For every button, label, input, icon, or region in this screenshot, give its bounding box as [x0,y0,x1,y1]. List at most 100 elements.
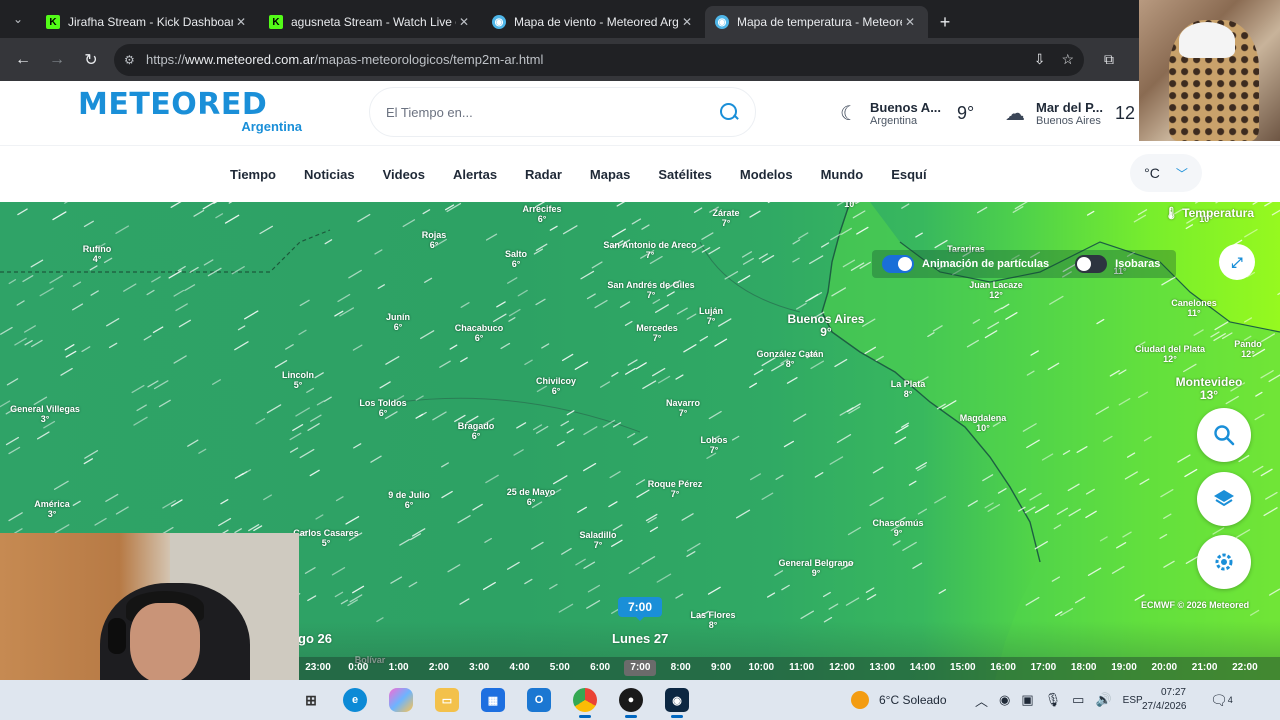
city-label[interactable]: González Catán 8° [756,349,823,369]
timeline-hour[interactable]: 20:00 [1152,662,1178,673]
timeline-hour[interactable]: 4:00 [509,662,529,673]
timeline-hour[interactable]: 10:00 [749,662,775,673]
city-label[interactable]: Juan Lacaze 12° [969,280,1023,300]
timeline-hour[interactable]: 0:00 [348,662,368,673]
city-label[interactable]: Saladillo 7° [579,530,616,550]
timeline-hour[interactable]: 14:00 [910,662,936,673]
task-view-icon[interactable]: ⊞ [299,688,323,712]
city-label[interactable]: San Antonio de Areco 7° [603,240,696,260]
search-input[interactable]: El Tiempo en... [369,87,756,137]
city-label[interactable]: Chacabuco 6° [455,323,504,343]
timeline-hour[interactable]: 1:00 [389,662,409,673]
city-label[interactable]: Los Toldos 6° [359,398,406,418]
extensions-icon[interactable]: ⧉ [1104,51,1114,68]
city-label[interactable]: Zárate 7° [712,208,739,228]
zoom-search-button[interactable] [1197,408,1251,462]
isobars-toggle[interactable] [1075,255,1108,273]
city-label[interactable]: Canelones 11° [1171,298,1217,318]
copilot-icon[interactable] [389,688,413,712]
close-icon[interactable]: ✕ [233,15,249,29]
outlook-icon[interactable]: O [527,688,551,712]
city-label[interactable]: Lincoln 5° [282,370,314,390]
city-label[interactable]: Mercedes 7° [636,323,678,343]
browser-tab[interactable]: K agusneta Stream - Watch Live on Kick ✕ [259,6,482,38]
weather-widget-buenos-aires[interactable]: ☾ Buenos A... Argentina 9° [836,95,974,131]
reload-button[interactable]: ↻ [74,43,108,77]
city-label[interactable]: 9 de Julio 6° [388,490,430,510]
timeline-hour[interactable]: 17:00 [1031,662,1057,673]
timeline-hour[interactable]: 8:00 [671,662,691,673]
city-label[interactable]: La Plata 8° [891,379,926,399]
nav-item-tiempo[interactable]: Tiempo [230,167,276,182]
address-bar[interactable]: ⚙ https://www.meteored.com.ar/mapas-mete… [114,43,1084,76]
timeline-hour[interactable]: 3:00 [469,662,489,673]
timeline-hour[interactable]: 23:00 [305,662,331,673]
obs-icon[interactable]: ● [619,688,643,718]
city-label[interactable]: Rufino 4° [83,244,112,264]
chrome-icon[interactable] [573,688,597,718]
nav-item-esqui[interactable]: Esquí [891,167,926,182]
device-icon[interactable]: ▣ [1021,692,1033,708]
microphone-icon[interactable]: 🎙 [1045,692,1062,708]
city-label[interactable]: Salto 6° [505,249,527,269]
timeline-hour[interactable]: 16:00 [990,662,1016,673]
city-label[interactable]: Roque Pérez 7° [648,479,703,499]
nav-item-mapas[interactable]: Mapas [590,167,630,182]
network-icon[interactable]: ▭ [1072,692,1084,708]
city-label[interactable]: 25 de Mayo 6° [507,487,556,507]
timeline-hour[interactable]: 7:00 [624,660,657,676]
city-label[interactable]: 10° [844,202,858,209]
chevron-up-icon[interactable]: ︿ [975,691,988,710]
unit-selector[interactable]: °C ﹀ [1130,154,1202,192]
city-label[interactable]: Lobos 7° [701,435,728,455]
close-icon[interactable]: ✕ [679,15,695,29]
particles-toggle[interactable] [882,255,914,273]
edge-icon[interactable]: e [343,688,367,712]
timeline-hour[interactable]: 21:00 [1192,662,1218,673]
timeline-hour[interactable]: 6:00 [590,662,610,673]
meteored-logo[interactable]: METEORED Argentina [78,89,308,139]
clock[interactable]: 07:27 27/4/2026 [1142,686,1187,714]
close-icon[interactable]: ✕ [902,15,918,29]
tab-search-icon[interactable]: ⌄ [0,0,36,38]
selected-time-bubble[interactable]: 7:00 [618,597,662,621]
city-label[interactable]: Bragado 6° [458,421,495,441]
city-label[interactable]: Chascomús 9° [872,518,923,538]
nav-item-modelos[interactable]: Modelos [740,167,793,182]
timeline-hour[interactable]: 2:00 [429,662,449,673]
city-label[interactable]: Arrecifes 6° [522,204,561,224]
city-label[interactable]: Buenos Aires 9° [788,313,865,339]
file-explorer-icon[interactable]: ▭ [435,688,459,712]
back-button[interactable]: ← [6,43,40,77]
timeline-hour[interactable]: 9:00 [711,662,731,673]
timeline-hour[interactable]: 22:00 [1232,662,1258,673]
store-icon[interactable]: ▦ [481,688,505,712]
city-label[interactable]: San Andrés de Giles 7° [607,280,694,300]
timeline-hour[interactable]: 18:00 [1071,662,1097,673]
new-tab-button[interactable]: + [928,6,962,38]
weather-widget-mar-del-plata[interactable]: ☁ Mar del P... Buenos Aires 12 [1002,95,1135,131]
nav-item-mundo[interactable]: Mundo [821,167,864,182]
city-label[interactable]: Montevideo 13° [1176,376,1243,402]
notification-icon[interactable]: 🗨 4 [1210,680,1233,720]
city-label[interactable]: América 3° [34,499,70,519]
timeline-hour[interactable]: 5:00 [550,662,570,673]
city-label[interactable]: Rojas 6° [422,230,447,250]
browser-tab[interactable]: K Jirafha Stream - Kick Dashboard ✕ [36,6,259,38]
city-label[interactable]: Pando 12° [1234,339,1262,359]
city-label[interactable]: Junín 6° [386,312,410,332]
nav-item-radar[interactable]: Radar [525,167,562,182]
city-label[interactable]: Luján 7° [699,306,723,326]
fullscreen-button[interactable]: ⤢ [1219,244,1255,280]
city-label[interactable]: General Villegas 3° [10,404,80,424]
volume-icon[interactable]: 🔊 [1095,692,1111,708]
city-label[interactable]: Chivilcoy 6° [536,376,576,396]
city-label[interactable]: General Belgrano 9° [778,558,853,578]
browser-tab[interactable]: ◉ Mapa de viento - Meteored Argentina ✕ [482,6,705,38]
city-label[interactable]: Ciudad del Plata 12° [1135,344,1205,364]
timeline-hour[interactable]: 13:00 [869,662,895,673]
city-label[interactable]: Carlos Casares 5° [293,528,359,548]
nav-item-satelites[interactable]: Satélites [658,167,711,182]
city-label[interactable]: Magdalena 10° [960,413,1007,433]
timeline-hour[interactable]: 19:00 [1111,662,1137,673]
